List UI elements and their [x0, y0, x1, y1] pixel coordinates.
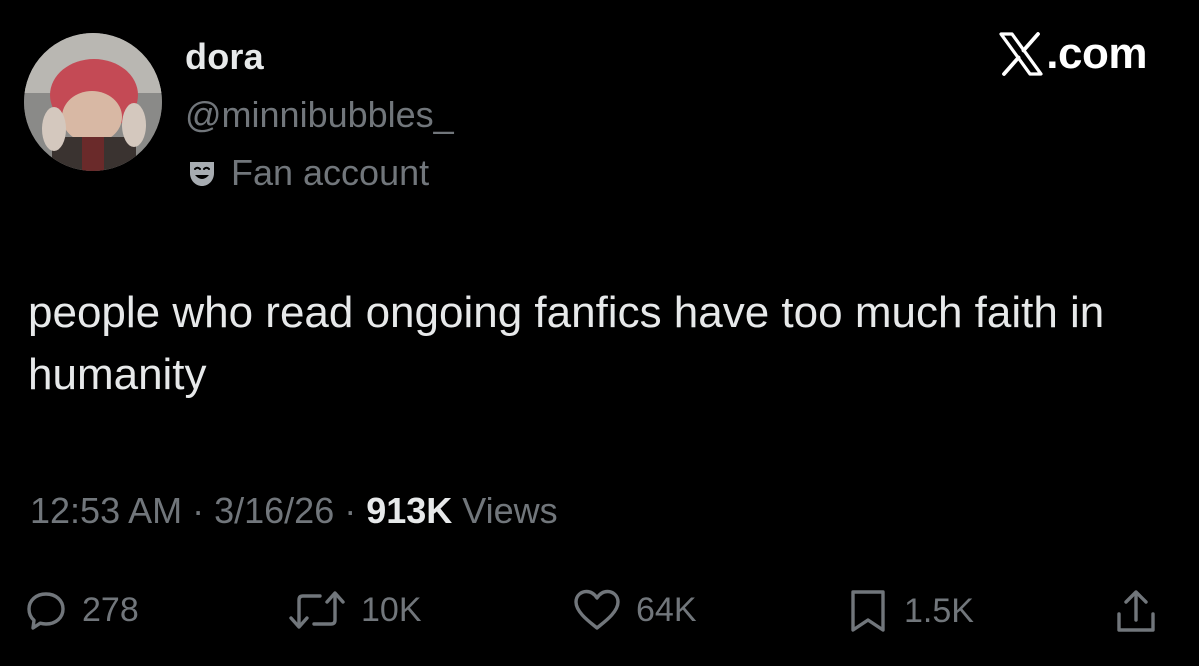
tweet-meta: 12:53 AM · 3/16/26 · 913K Views — [30, 490, 558, 532]
views-label: Views — [452, 490, 558, 531]
heart-icon — [574, 589, 620, 630]
reply-count: 278 — [82, 590, 139, 629]
author-display-name[interactable]: dora — [185, 36, 264, 78]
share-button[interactable] — [1112, 588, 1160, 636]
theater-mask-icon — [190, 162, 214, 186]
x-logo-icon — [999, 32, 1043, 76]
reply-button[interactable]: 278 — [24, 588, 139, 632]
author-handle[interactable]: @minnibubbles_ — [185, 94, 454, 136]
bookmark-icon — [851, 590, 885, 632]
meta-separator: · — [334, 490, 367, 531]
retweet-icon — [289, 591, 345, 629]
account-label: Fan account — [187, 152, 429, 194]
tweet-text: people who read ongoing fanfics have too… — [28, 288, 1105, 399]
avatar[interactable] — [24, 33, 162, 171]
share-icon — [1117, 590, 1155, 632]
retweet-count: 10K — [361, 590, 422, 629]
meta-separator: · — [182, 490, 215, 531]
retweet-button[interactable]: 10K — [287, 588, 422, 632]
views-count[interactable]: 913K — [366, 490, 452, 531]
brand-text: .com — [1046, 29, 1147, 78]
bookmark-count: 1.5K — [904, 591, 974, 630]
tweet-date[interactable]: 3/16/26 — [214, 490, 334, 531]
account-label-text: Fan account — [231, 152, 430, 193]
avatar-image — [24, 33, 162, 171]
action-bar: 278 10K 64K 1.5K — [0, 588, 1199, 638]
like-button[interactable]: 64K — [572, 588, 697, 632]
brand-watermark: .com — [998, 32, 1147, 76]
tweet-time[interactable]: 12:53 AM — [30, 490, 182, 531]
bookmark-button[interactable]: 1.5K — [846, 588, 974, 634]
like-count: 64K — [636, 590, 697, 629]
reply-icon — [27, 592, 65, 630]
